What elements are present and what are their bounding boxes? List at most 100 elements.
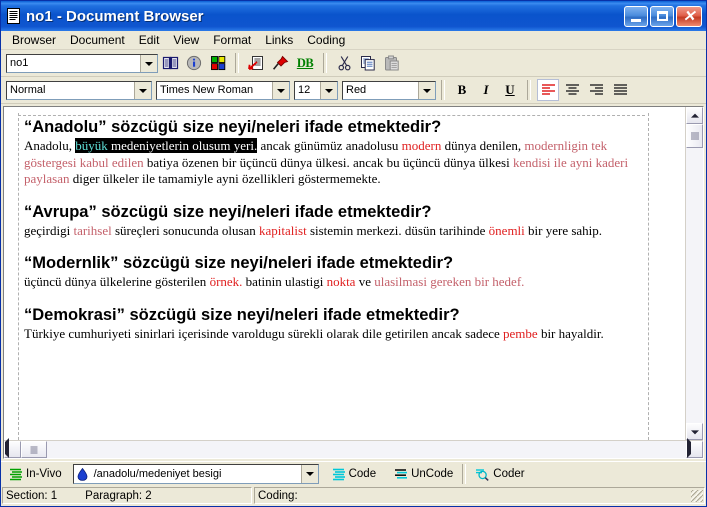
copy-icon[interactable] (357, 52, 379, 74)
bold-button[interactable]: B (451, 79, 473, 101)
maximize-button[interactable] (650, 5, 674, 27)
horizontal-scroll-thumb[interactable] (21, 441, 47, 458)
section-heading: “Demokrasi” sözcügü size neyi/neleri ifa… (24, 305, 460, 324)
section-heading: “Modernlik” sözcügü size neyi/neleri ifa… (24, 254, 454, 272)
vertical-scroll-thumb[interactable] (686, 124, 703, 148)
document-combo[interactable]: no1 (6, 53, 158, 73)
resize-grip[interactable] (691, 490, 703, 502)
coder-button[interactable]: Coder (470, 466, 529, 483)
text-run-coded: ulasilmasi gereken bir hedef. (374, 274, 525, 289)
text-run: batiya özenen bir üçüncü dünya ülkesi. a… (143, 154, 513, 170)
section-paragraph: geçirdigi tarihsel süreçleri sonucunda o… (24, 223, 641, 240)
menu-item-document[interactable]: Document (63, 31, 132, 49)
window-controls: ✕ (624, 5, 702, 27)
text-run-coded: nokta (326, 274, 356, 289)
size-combo-value: 12 (298, 84, 311, 96)
uncode-button[interactable]: UnCode (389, 466, 458, 483)
chevron-down-icon[interactable] (418, 81, 435, 99)
coder-magnifier-icon (476, 468, 490, 481)
title-bar: no1 - Document Browser ✕ (1, 1, 706, 31)
chevron-down-icon[interactable] (140, 54, 157, 72)
text-run-coded: modern (401, 138, 442, 153)
info-icon[interactable] (183, 52, 205, 74)
chevron-down-icon[interactable] (300, 465, 318, 483)
section-paragraph: üçüncü dünya ülkelerine gösterilen örnek… (24, 274, 641, 291)
menu-item-coding[interactable]: Coding (300, 31, 352, 49)
menu-item-format[interactable]: Format (206, 31, 258, 49)
vertical-scroll-track[interactable] (686, 124, 703, 423)
toolbar-separator-2 (323, 53, 327, 73)
status-coding: Coding: (258, 489, 298, 502)
section-heading: “Anadolu” sözcügü size neyi/neleri ifade… (24, 118, 442, 136)
toolbar-separator (235, 53, 239, 73)
document-canvas[interactable]: “Anadolu” sözcügü size neyi/neleri ifade… (4, 107, 685, 440)
node-combo[interactable]: /anadolu/medeniyet besigi (72, 464, 319, 484)
format-separator (441, 80, 445, 100)
text-run: Anadolu, (24, 138, 76, 153)
menu-bar: Browser Document Edit View Format Links … (1, 31, 706, 50)
coder-label: Coder (493, 468, 525, 480)
text-run-invivo: büyük (75, 138, 108, 153)
scroll-up-button[interactable] (686, 107, 703, 124)
align-left-button[interactable] (537, 79, 559, 101)
document-browser-window: no1 - Document Browser ✕ Browser Documen… (0, 0, 707, 507)
text-run: sistemin merkezi. düsün tarihinde (306, 222, 489, 238)
menu-item-links[interactable]: Links (258, 31, 300, 49)
code-button[interactable]: Code (327, 466, 382, 483)
book-icon[interactable] (159, 52, 181, 74)
align-right-button[interactable] (585, 79, 607, 101)
status-section: Section: 1 (6, 489, 58, 502)
document-combo-value: no1 (10, 57, 29, 69)
cut-icon[interactable] (333, 52, 355, 74)
text-run: bir yere sahip. (524, 222, 603, 238)
menu-item-browser[interactable]: Browser (5, 31, 63, 49)
in-vivo-label: In-Vivo (26, 468, 62, 480)
text-run-coded: örnek. (209, 274, 243, 289)
vertical-scrollbar[interactable] (685, 107, 703, 440)
text-run: batinin ulastigi (242, 274, 327, 289)
text-run: medeniyetlerin olusum yeri. (107, 138, 258, 153)
font-combo-value: Times New Roman (160, 84, 254, 96)
italic-button[interactable]: I (475, 79, 497, 101)
color-combo[interactable]: Red (342, 80, 436, 100)
code-label: Code (348, 468, 377, 480)
style-combo[interactable]: Normal (6, 80, 152, 100)
chevron-down-icon[interactable] (320, 81, 337, 99)
code-icon (332, 468, 345, 480)
in-vivo-button[interactable]: In-Vivo (4, 466, 67, 483)
align-separator (527, 80, 531, 100)
node-combo-value: /anadolu/medeniyet besigi (93, 468, 222, 480)
horizontal-scroll-track[interactable] (21, 441, 686, 458)
align-center-button[interactable] (561, 79, 583, 101)
window-title: no1 - Document Browser (26, 7, 204, 25)
section-heading: “Avrupa” sözcügü size neyi/neleri ifade … (24, 202, 432, 221)
document-text[interactable]: “Anadolu” sözcügü size neyi/neleri ifade… (14, 113, 677, 342)
text-run: bir hayaldir. (537, 325, 604, 341)
pushpin-icon[interactable] (269, 52, 291, 74)
attributes-grid-icon[interactable] (207, 52, 229, 74)
horizontal-scrollbar[interactable] (4, 438, 703, 458)
text-run-coded: kapitalist (259, 222, 307, 238)
selection-run: büyük medeniyetlerin olusum yeri. (75, 138, 258, 153)
underline-button[interactable]: U (499, 79, 521, 101)
uncode-label: UnCode (411, 468, 454, 480)
document-area: “Anadolu” sözcügü size neyi/neleri ifade… (1, 104, 706, 461)
chevron-down-icon[interactable] (134, 81, 151, 99)
text-run-coded: önemli (488, 222, 525, 238)
document-export-icon[interactable] (245, 52, 267, 74)
align-justify-button[interactable] (609, 79, 631, 101)
chevron-down-icon[interactable] (272, 81, 289, 99)
document-body: “Anadolu” sözcügü size neyi/neleri ifade… (4, 107, 703, 440)
text-run: geçirdigi (24, 222, 74, 238)
close-button[interactable]: ✕ (676, 5, 702, 27)
font-combo[interactable]: Times New Roman (156, 80, 290, 100)
minimize-button[interactable] (624, 5, 648, 27)
menu-item-edit[interactable]: Edit (132, 31, 167, 49)
scroll-left-button[interactable] (4, 438, 21, 458)
db-icon[interactable]: DB (293, 52, 317, 74)
paste-icon[interactable] (381, 52, 403, 74)
scroll-right-button[interactable] (686, 438, 703, 458)
menu-item-view[interactable]: View (166, 31, 206, 49)
bold-label: B (457, 82, 467, 97)
size-combo[interactable]: 12 (294, 80, 338, 100)
